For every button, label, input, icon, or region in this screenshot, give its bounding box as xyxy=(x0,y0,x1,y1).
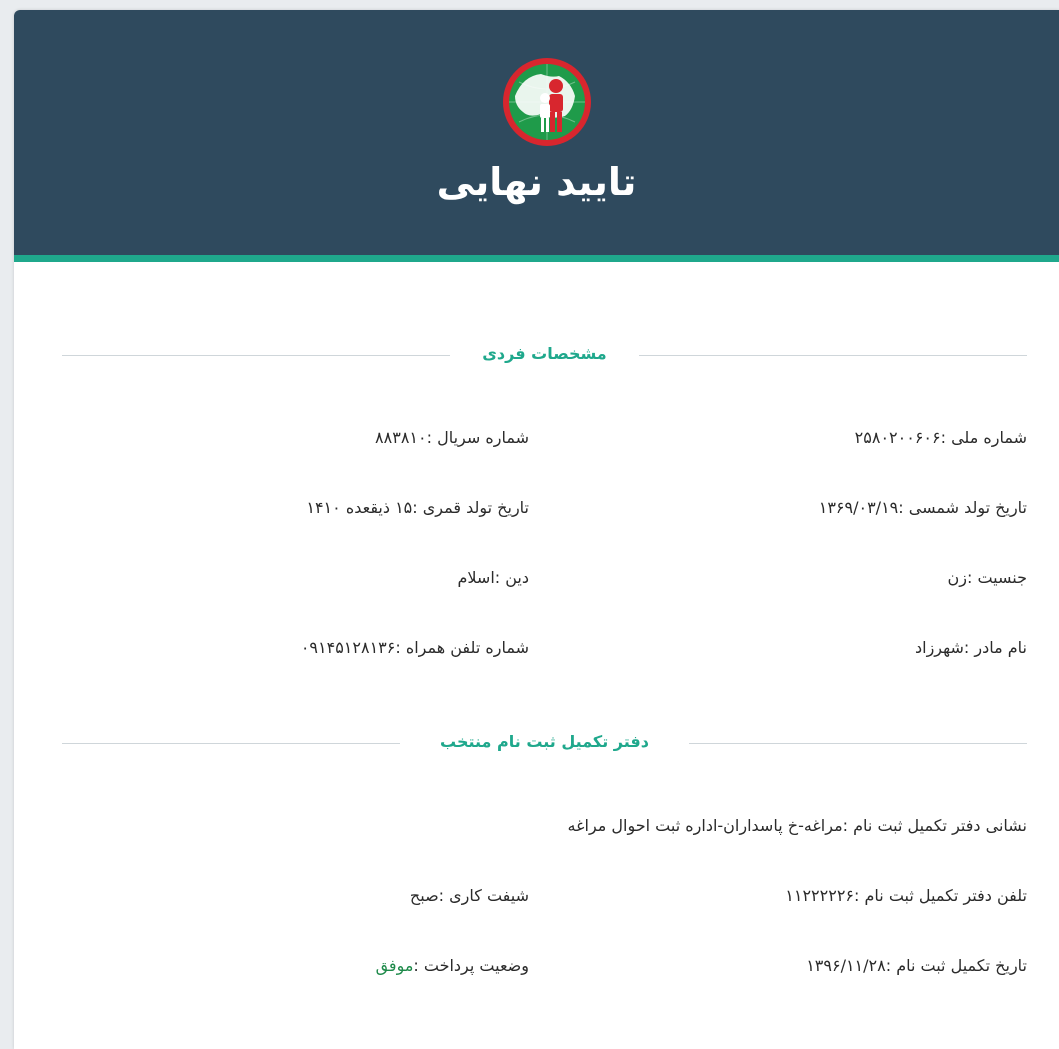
field-label: تاریخ تکمیل ثبت نام : xyxy=(885,956,1027,975)
work-shift-field: شیفت کاری :صبح xyxy=(410,886,529,905)
office-phone-field: تلفن دفتر تکمیل ثبت نام :۱۱۲۲۲۲۲۶ xyxy=(785,886,1027,905)
field-label: تلفن دفتر تکمیل ثبت نام : xyxy=(854,886,1027,905)
field-label: دین : xyxy=(494,568,529,587)
payment-status-field: وضعیت پرداخت :موفق xyxy=(376,956,529,975)
field-label: نام مادر : xyxy=(963,638,1027,657)
birth-date-solar-field: تاریخ تولد شمسی :۱۳۶۹/۰۳/۱۹ xyxy=(819,498,1027,517)
field-value: اسلام xyxy=(457,568,495,587)
field-value: شهرزاد xyxy=(915,638,964,657)
field-label: شماره تلفن همراه : xyxy=(395,638,529,657)
birth-date-lunar-field: تاریخ تولد قمری :۱۵ ذیقعده ۱۴۱۰ xyxy=(306,498,529,517)
gender-field: جنسیت :زن xyxy=(948,568,1028,587)
field-label: تاریخ تولد قمری : xyxy=(412,498,529,517)
personal-section-header: مشخصات فردی xyxy=(62,344,1027,368)
iran-map-person-logo-icon xyxy=(503,58,591,146)
field-value: ۲۵۸۰۲۰۰۶۰۶ xyxy=(854,428,941,447)
field-value: ۱۱۲۲۲۲۲۶ xyxy=(785,886,855,905)
field-value: ۸۸۳۸۱۰ xyxy=(375,428,427,447)
national-id-field: شماره ملی :۲۵۸۰۲۰۰۶۰۶ xyxy=(855,428,1027,447)
completion-date-field: تاریخ تکمیل ثبت نام :۱۳۹۶/۱۱/۲۸ xyxy=(806,956,1027,975)
field-value: ۰۹۱۴۵۱۲۸۱۳۶ xyxy=(300,638,396,657)
serial-number-field: شماره سریال :۸۸۳۸۱۰ xyxy=(375,428,529,447)
field-label: تاریخ تولد شمسی : xyxy=(898,498,1027,517)
field-label: شیفت کاری : xyxy=(438,886,529,905)
office-section-title: دفتر تکمیل ثبت نام منتخب xyxy=(440,732,649,751)
field-value: صبح xyxy=(409,886,439,905)
field-value: ۱۵ ذیقعده ۱۴۱۰ xyxy=(306,498,413,517)
header-accent-bar xyxy=(14,255,1059,262)
office-section-header: دفتر تکمیل ثبت نام منتخب xyxy=(62,732,1027,756)
field-value: ۱۳۶۹/۰۳/۱۹ xyxy=(818,498,899,517)
page-title: تایید نهایی xyxy=(436,160,637,204)
field-label: وضعیت پرداخت : xyxy=(413,956,529,975)
field-value: زن xyxy=(947,568,967,587)
mobile-number-field: شماره تلفن همراه :۰۹۱۴۵۱۲۸۱۳۶ xyxy=(301,638,529,657)
personal-section-title: مشخصات فردی xyxy=(482,344,607,363)
religion-field: دین :اسلام xyxy=(457,568,529,587)
mother-name-field: نام مادر :شهرزاد xyxy=(915,638,1027,657)
field-label: شماره سریال : xyxy=(426,428,529,447)
field-label: نشانی دفتر تکمیل ثبت نام : xyxy=(842,816,1027,835)
field-label: جنسیت : xyxy=(966,568,1027,587)
office-address-field: نشانی دفتر تکمیل ثبت نام :مراغه-خ پاسدار… xyxy=(568,816,1027,835)
page-header: تایید نهایی xyxy=(14,10,1059,255)
confirmation-card: تایید نهایی مشخصات فردی شماره ملی :۲۵۸۰۲… xyxy=(14,10,1059,1049)
field-label: شماره ملی : xyxy=(940,428,1027,447)
field-value: ۱۳۹۶/۱۱/۲۸ xyxy=(806,956,886,975)
field-value: مراغه-خ پاسداران-اداره ثبت احوال مراغه xyxy=(567,816,843,835)
payment-status-value: موفق xyxy=(375,956,414,975)
